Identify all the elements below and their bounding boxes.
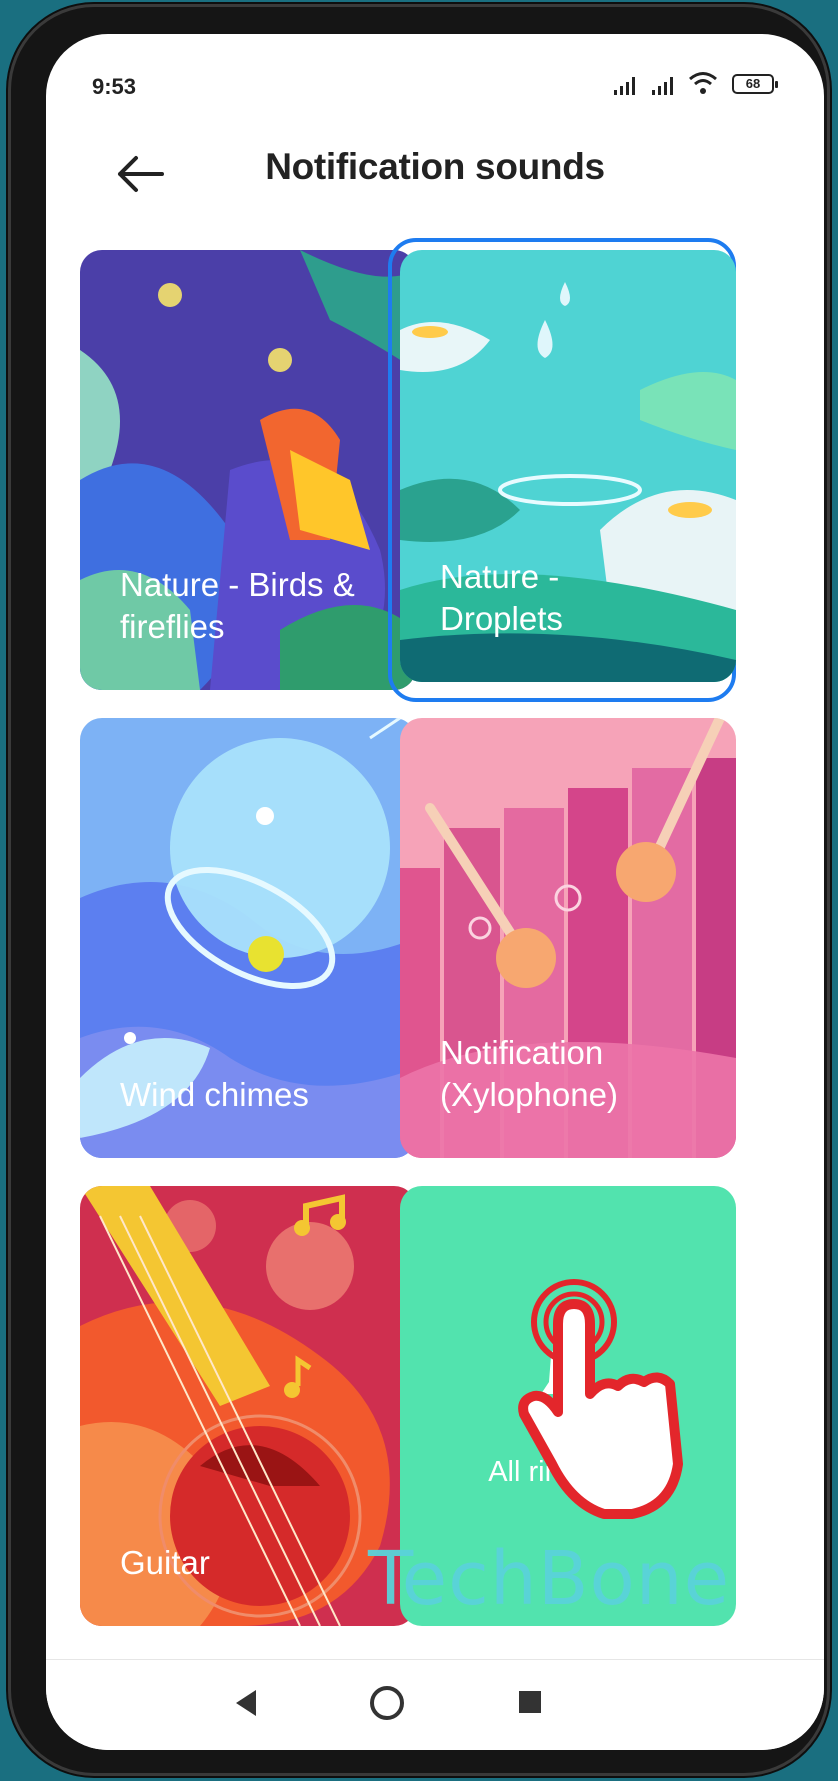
nav-back-icon[interactable] [230, 1686, 260, 1720]
card-label: Wind chimes [120, 1074, 396, 1116]
tap-hand-icon [518, 1279, 683, 1519]
status-bar: 9:53 68 [46, 34, 824, 130]
card-label: Guitar [120, 1542, 396, 1584]
card-label-line1: Nature - [440, 558, 560, 595]
sound-card-droplets[interactable]: Nature - Droplets [400, 250, 736, 682]
nav-recents-icon[interactable] [516, 1688, 544, 1716]
sound-card-xylophone[interactable]: Notification (Xylophone) [400, 718, 736, 1158]
navigation-bar [46, 1659, 824, 1750]
page-title: Notification sounds [265, 146, 605, 187]
card-label-line1: Guitar [120, 1544, 210, 1581]
sound-card-guitar[interactable]: Guitar [80, 1186, 416, 1626]
card-label-line1: Nature - Birds & [120, 566, 355, 603]
card-label-line1: Notification [440, 1034, 604, 1071]
wifi-icon [689, 72, 717, 94]
card-label-line1: Wind chimes [120, 1076, 309, 1113]
watermark: TechBone [368, 1536, 731, 1622]
card-label: Notification (Xylophone) [440, 1032, 716, 1116]
card-label: Nature - Droplets [440, 556, 716, 640]
sound-card-birds-fireflies[interactable]: Nature - Birds & fireflies [80, 250, 416, 690]
battery-icon: 68 [732, 74, 778, 94]
signal-icon [652, 77, 673, 95]
nav-home-icon[interactable] [368, 1684, 406, 1722]
card-label-line2: (Xylophone) [440, 1076, 618, 1113]
card-label: Nature - Birds & fireflies [120, 564, 396, 648]
battery-level: 68 [745, 76, 761, 91]
card-label-line2: fireflies [120, 608, 225, 645]
signal-icon [614, 77, 635, 95]
sound-card-wind-chimes[interactable]: Wind chimes [80, 718, 416, 1158]
status-time: 9:53 [92, 74, 137, 99]
card-label-line2: Droplets [440, 600, 563, 637]
